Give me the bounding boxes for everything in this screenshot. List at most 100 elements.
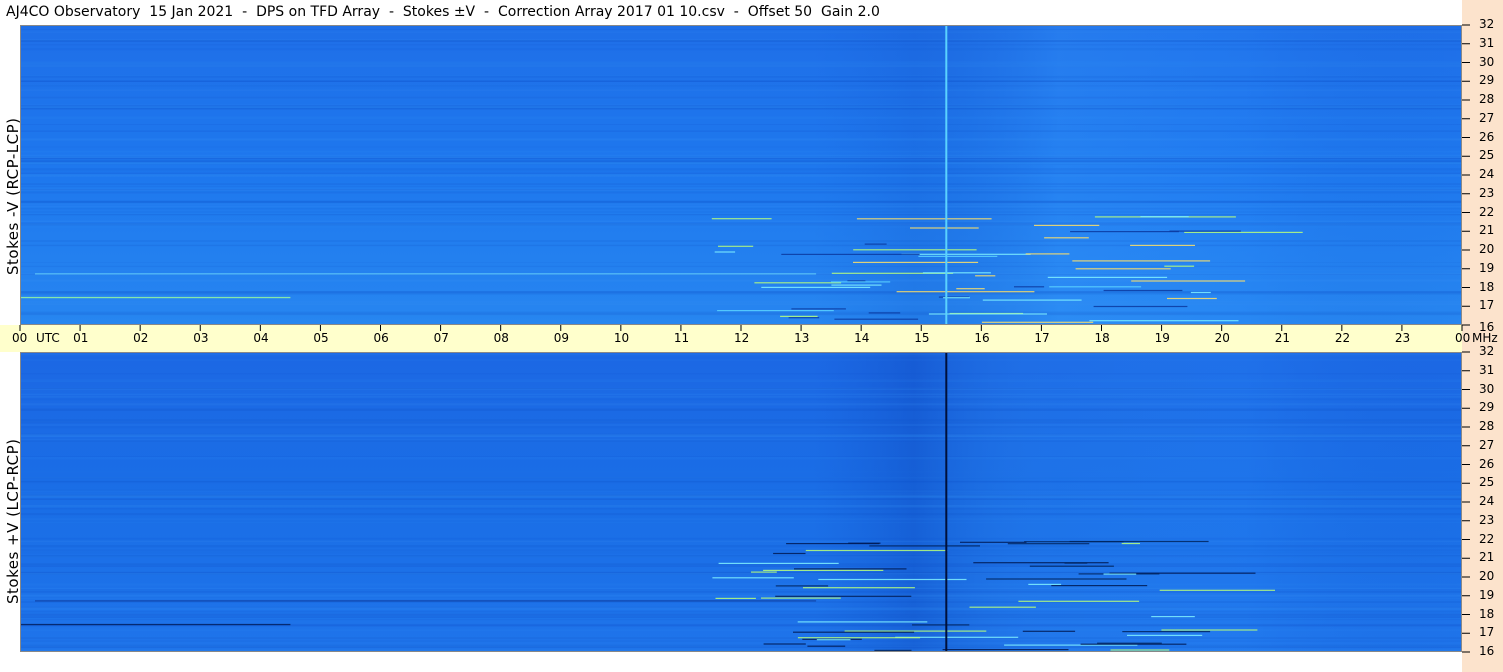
interference-line [1151, 616, 1195, 618]
noise-streak [20, 457, 1462, 460]
utc-tick-label: 10 [613, 331, 630, 345]
interference-line [864, 243, 887, 245]
noise-streak [20, 601, 1462, 603]
interference-line [1025, 253, 1070, 255]
interference-line [1089, 320, 1239, 322]
noise-streak [20, 643, 1462, 645]
noise-streak [20, 40, 1462, 42]
noise-streak [20, 212, 1462, 213]
interference-line [803, 587, 915, 589]
interference-line [975, 275, 996, 277]
mhz-tick-label: 19 [1479, 587, 1495, 602]
interference-line [831, 284, 882, 286]
interference-line [794, 568, 907, 570]
interference-line [853, 261, 979, 263]
interference-line [775, 595, 912, 597]
mhz-tick-label: 18 [1479, 606, 1495, 621]
time-axis-band [0, 325, 1462, 352]
noise-streak [20, 240, 1462, 242]
noise-streak [20, 587, 1462, 589]
interference-line [1069, 540, 1209, 543]
interference-line [1184, 231, 1303, 233]
noise-streak [20, 130, 1462, 132]
interference-line [1044, 237, 1089, 239]
noise-streak [20, 48, 1462, 51]
interference-line [981, 321, 1094, 323]
noise-streak [20, 265, 1462, 268]
interference-line [718, 245, 754, 247]
interference-line [714, 251, 736, 253]
noise-streak [20, 157, 1462, 158]
noise-streak [20, 291, 1462, 293]
noise-streak [20, 495, 1462, 498]
noise-streak [20, 426, 1462, 429]
noise-streak [20, 76, 1462, 79]
interference-line [1130, 244, 1195, 246]
noise-streak [20, 513, 1462, 516]
interference-line [35, 273, 817, 275]
interference-line [1122, 631, 1211, 633]
mhz-tick-label: 32 [1479, 344, 1495, 358]
interference-line [1070, 231, 1179, 233]
utc-tick-label: 12 [734, 331, 750, 345]
mhz-tick-label: 27 [1479, 437, 1495, 452]
noise-streak [20, 116, 1462, 119]
utc-tick-label: 06 [373, 331, 389, 345]
utc-tick-label: 03 [193, 331, 209, 345]
spectrogram-bottom-canvas [20, 352, 1462, 652]
noise-streak [20, 538, 1462, 540]
noise-streak [20, 154, 1462, 157]
interference-line [1075, 268, 1171, 270]
noise-streak [20, 214, 1462, 216]
utc-tick-label: 11 [673, 331, 690, 345]
interference-line [1007, 543, 1090, 545]
mhz-tick-label: 25 [1479, 148, 1495, 163]
noise-streak [20, 220, 1462, 222]
interference-line [793, 631, 915, 633]
interference-line [804, 651, 828, 652]
noise-streak [20, 188, 1462, 191]
interference-line [912, 624, 970, 626]
noise-streak [20, 301, 1462, 303]
interference-line [763, 569, 884, 571]
noise-streak [20, 44, 1462, 46]
interference-line [781, 253, 920, 255]
interference-line [844, 630, 987, 632]
noise-streak [20, 160, 1462, 163]
utc-tick-label: 04 [253, 331, 269, 345]
mhz-tick-label: 17 [1479, 298, 1495, 313]
noise-streak [20, 29, 1462, 30]
mhz-tick-label: 16 [1479, 644, 1495, 658]
noise-streak [20, 552, 1462, 554]
noise-streak [20, 649, 1462, 651]
interference-line [1047, 276, 1168, 278]
mhz-tick-label: 22 [1479, 204, 1495, 219]
noise-streak [20, 388, 1462, 390]
noise-streak [20, 75, 1462, 76]
utc-tick-label: 23 [1394, 331, 1411, 345]
interference-line [922, 272, 991, 274]
noise-streak [20, 393, 1462, 395]
noise-streak [20, 32, 1462, 34]
noise-streak [20, 222, 1462, 224]
noise-streak [20, 168, 1462, 170]
interference-line [791, 308, 846, 310]
interference-line [717, 310, 834, 312]
interference-line [773, 552, 806, 555]
noise-streak [20, 191, 1462, 194]
utc-tick-label: 16 [974, 331, 990, 345]
noise-streak [20, 565, 1462, 567]
mhz-tick-label: 29 [1479, 73, 1495, 88]
utc-tick-label: 01 [73, 331, 89, 345]
noise-streak [20, 471, 1462, 473]
interference-line [869, 545, 980, 547]
noise-streak [20, 521, 1462, 523]
noise-streak [20, 617, 1462, 619]
mhz-tick-label: 20 [1479, 569, 1495, 583]
interference-line [775, 585, 829, 587]
utc-tick-label: 19 [1154, 331, 1170, 345]
noise-streak [20, 105, 1462, 108]
noise-streak [20, 208, 1462, 210]
interference-line [973, 562, 1109, 564]
interference-line [1103, 289, 1183, 292]
